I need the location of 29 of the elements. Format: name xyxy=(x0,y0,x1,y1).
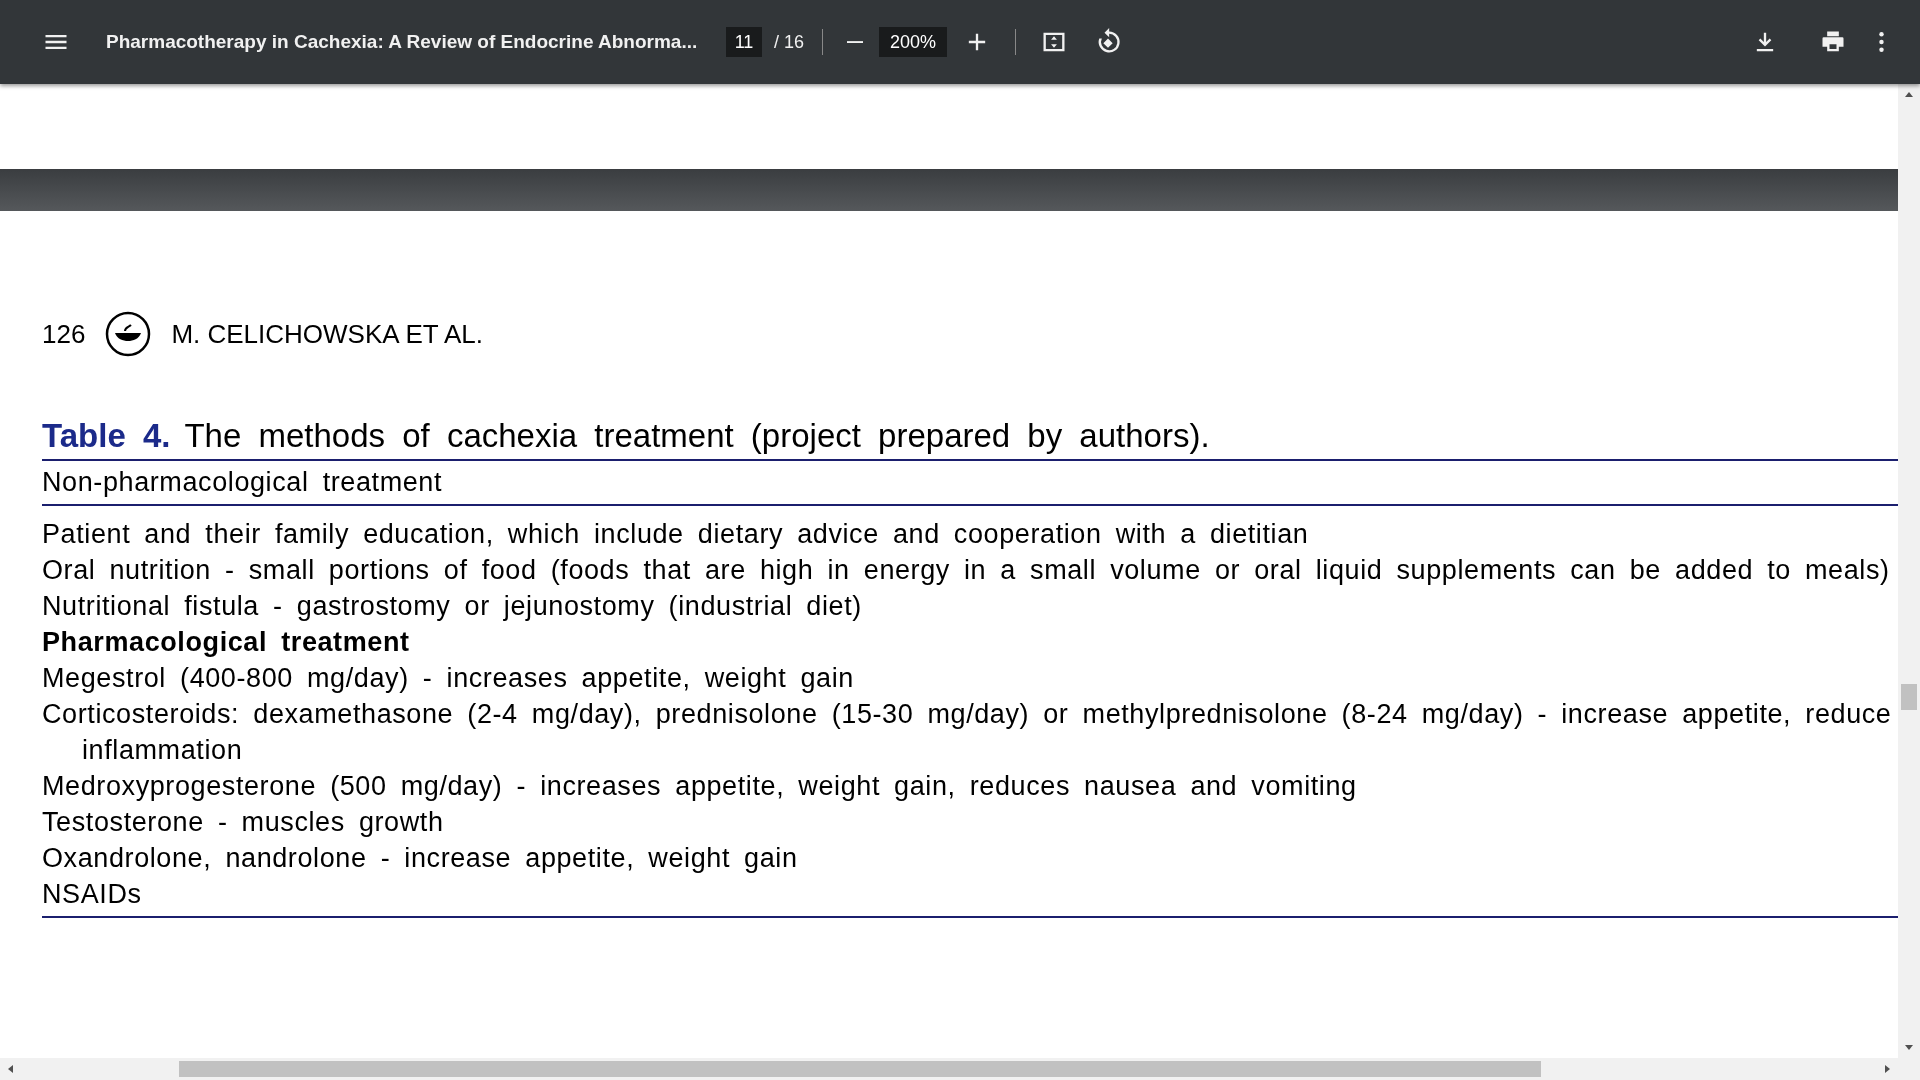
scroll-right-icon[interactable] xyxy=(1882,1064,1892,1074)
table-row-text: Medroxyprogesterone (500 mg/day) - increases appetite, weight gain, reduces nausea and vomiting xyxy=(42,770,1358,803)
table-subheading: Pharmacological treatment xyxy=(42,626,411,659)
scroll-thumb[interactable] xyxy=(1901,684,1917,710)
scroll-up-icon[interactable] xyxy=(1904,90,1914,100)
table-row-text: Corticosteroids: dexamethasone (2-4 mg/day), prednisolone (15-30 mg/day) or methylprednisolone (8-24 mg/day) - increase appetite, reduce inflammation xyxy=(42,698,1893,767)
table-row-text: Oxandrolone, nandrolone - increase appetite, weight gain xyxy=(42,842,799,875)
table-heading: Non-pharmacological treatment xyxy=(42,461,1898,506)
table-row-text: Oral nutrition - small portions of food (foods that are high in energy in a small volume or oral liquid supplements can be added to meals) xyxy=(42,554,1891,587)
minus-icon xyxy=(847,40,864,44)
more-icon xyxy=(1879,32,1884,52)
zoom-field[interactable]: 200% xyxy=(879,27,948,57)
table-row-text: Nutritional fistula - gastrostomy or jejunostomy (industrial diet) xyxy=(42,590,863,623)
publisher-logo-icon xyxy=(105,311,152,357)
vertical-scrollbar[interactable] xyxy=(1898,84,1920,1080)
horizontal-scrollbar[interactable] xyxy=(0,1058,1898,1080)
page-number: 126 xyxy=(42,318,86,350)
scroll-thumb[interactable] xyxy=(179,1061,1541,1077)
table-caption: Table 4. The methods of cachexia treatment (project prepared by authors). xyxy=(42,417,1898,461)
table-row-text: Patient and their family education, which include dietary advice and cooperation with a dietitian xyxy=(42,518,1310,551)
running-head: M. CELICHOWSKA ET AL. xyxy=(171,318,483,350)
table-row-text: Testosterone - muscles growth xyxy=(42,806,445,839)
table-row-text: NSAIDs xyxy=(42,878,143,911)
page-number-field[interactable]: 11 xyxy=(726,27,762,57)
table-row-text: Megestrol (400-800 mg/day) - increases appetite, weight gain xyxy=(42,662,855,695)
document-title: Pharmacotherapy in Cachexia: A Review of Endocrine Abnorma... xyxy=(106,31,699,53)
page-total: / 16 xyxy=(774,31,805,53)
scroll-down-icon[interactable] xyxy=(1904,1042,1914,1052)
scroll-left-icon[interactable] xyxy=(6,1064,16,1074)
